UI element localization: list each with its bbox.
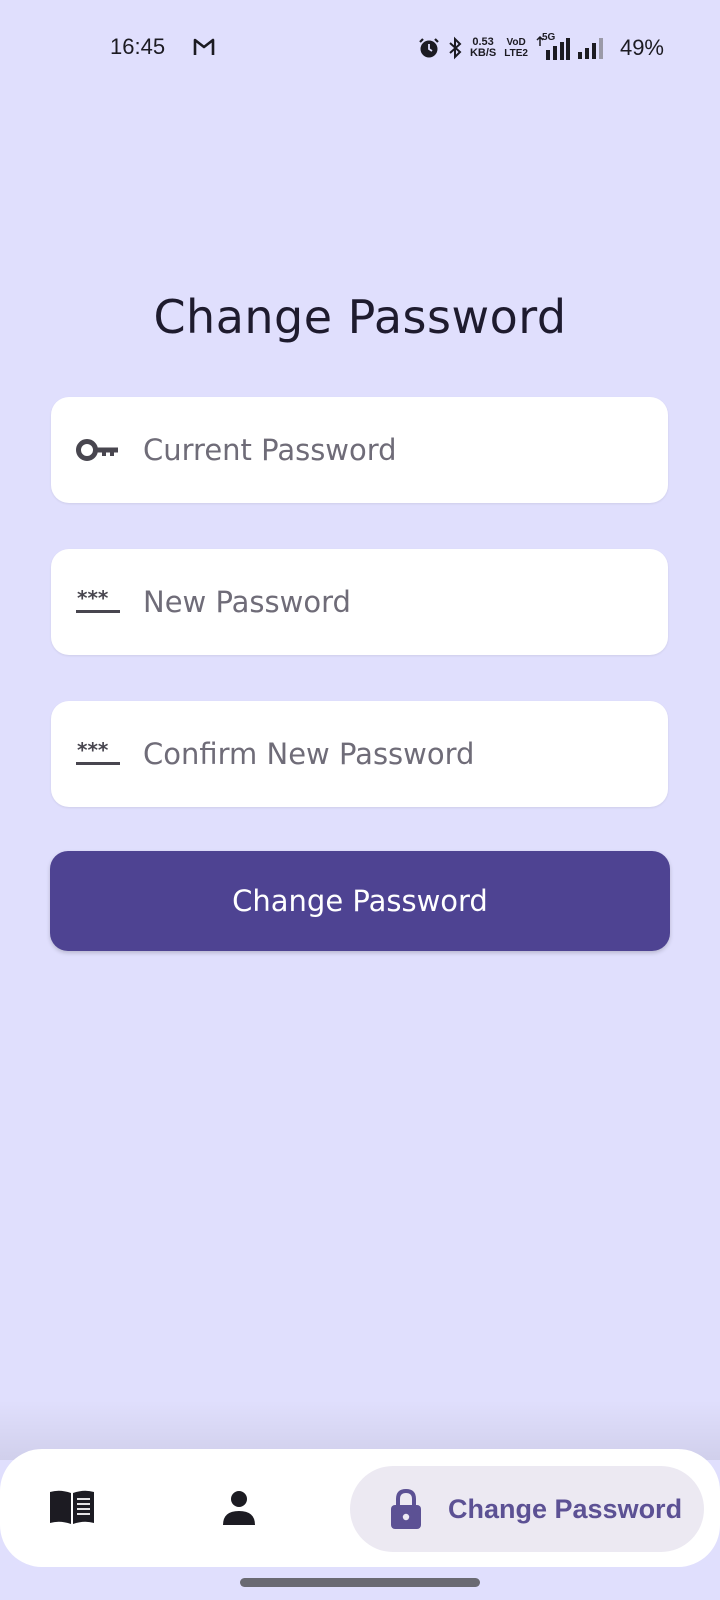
bottom-nav: Change Password [0,1449,720,1567]
current-password-input[interactable] [143,420,643,480]
svg-text:***: *** [77,739,109,762]
confirm-password-input[interactable] [143,724,643,784]
confirm-password-field[interactable]: *** [51,701,668,807]
network-type-label: 5G [541,32,556,43]
gmail-icon [193,38,215,55]
new-password-field[interactable]: *** [51,549,668,655]
volte-top: VoD [506,37,526,48]
nav-item-profile[interactable] [214,1485,264,1531]
password-dots-icon: *** [75,582,121,622]
current-password-field[interactable] [51,397,668,503]
new-password-input[interactable] [143,572,643,632]
book-icon [50,1490,94,1524]
alarm-icon [419,38,439,58]
signal-strength-icon-2 [577,38,603,59]
page-title: Change Password [153,290,567,344]
lock-icon [388,1487,424,1531]
status-icons: 0.53 KB/S VoD LTE2 5G 49% [418,32,664,62]
change-password-button[interactable]: Change Password [50,851,670,951]
status-bar: 16:45 0.53 KB/S VoD LTE2 5G 49% [0,0,720,96]
nav-item-label: Change Password [448,1493,683,1524]
status-time: 16:45 [110,34,166,59]
network-speed: 0.53 KB/S [470,37,496,59]
signal-5g: 5G [536,32,570,60]
nav-item-books[interactable] [46,1485,98,1529]
person-icon [223,1491,255,1525]
volte-bottom: LTE2 [504,48,528,59]
svg-text:***: *** [77,587,109,610]
bluetooth-icon [449,36,462,60]
password-dots-icon: *** [75,734,121,774]
nav-item-change-password[interactable]: Change Password [350,1466,704,1552]
key-icon [75,430,121,470]
volte-indicator: VoD LTE2 [504,37,528,59]
home-indicator[interactable] [240,1578,480,1587]
battery-percent: 49% [619,35,664,60]
network-speed-unit: KB/S [469,47,497,59]
